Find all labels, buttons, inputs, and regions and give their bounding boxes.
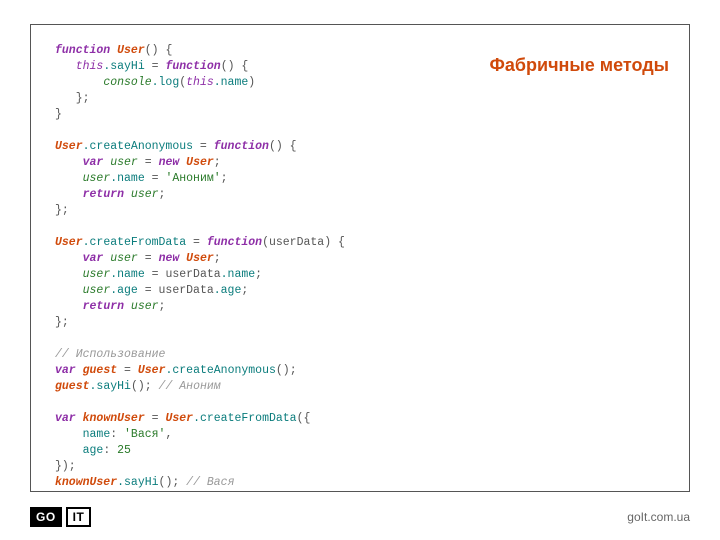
site-url: goIt.com.ua [627,510,690,524]
slide-frame: Фабричные методы function User() { this.… [30,24,690,492]
logo-it: IT [66,507,92,527]
code-block: function User() { this.sayHi = function(… [55,43,665,491]
logo-go: GO [30,507,62,527]
slide-title: Фабричные методы [490,55,669,76]
logo: GO IT [30,507,91,527]
footer: GO IT goIt.com.ua [0,500,720,540]
